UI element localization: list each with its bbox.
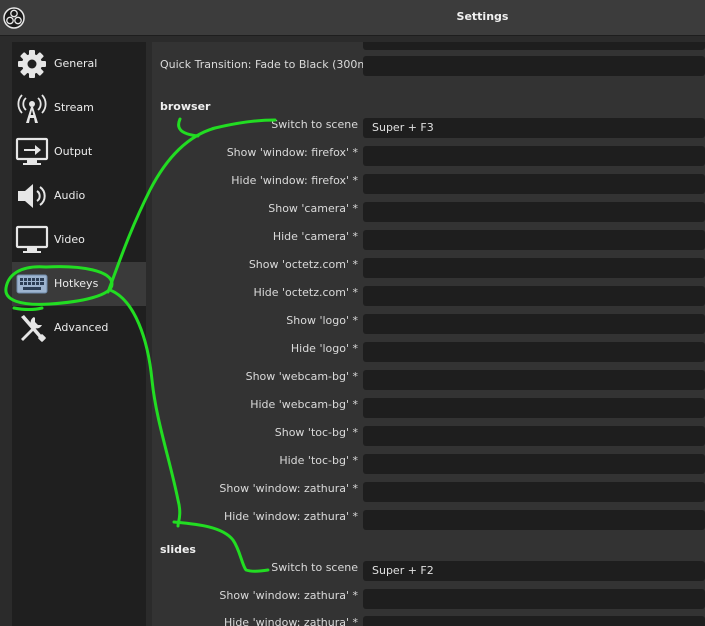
hotkey-label: Show 'logo' *: [286, 314, 358, 327]
keyboard-icon: [16, 274, 48, 294]
hotkey-field[interactable]: Super + F2: [363, 561, 705, 581]
hotkey-field[interactable]: [363, 482, 705, 502]
sidebar-item-general[interactable]: General: [12, 42, 146, 86]
hotkey-field[interactable]: [363, 230, 705, 250]
hotkey-label: Hide 'camera' *: [272, 230, 358, 243]
sidebar-item-output[interactable]: Output: [12, 130, 146, 174]
hotkey-label: Show 'window: zathura' *: [219, 589, 358, 602]
sidebar-item-label: Audio: [54, 189, 86, 202]
sidebar-item-audio[interactable]: Audio: [12, 174, 146, 218]
hotkey-label: Hide 'window: firefox' *: [231, 174, 358, 187]
speaker-icon: [18, 184, 46, 208]
hotkey-field[interactable]: [363, 342, 705, 362]
hotkey-field[interactable]: Super + F3: [363, 118, 705, 138]
hotkey-field[interactable]: [363, 174, 705, 194]
hotkey-label: Switch to scene: [271, 118, 358, 131]
sidebar-item-label: Video: [54, 233, 85, 246]
hotkey-label: Show 'window: zathura' *: [219, 482, 358, 495]
group-heading-browser: browser: [160, 100, 211, 113]
settings-sidebar: General Stream Output Audio Video Hotkey…: [12, 42, 146, 626]
hotkey-field[interactable]: [363, 589, 705, 609]
hotkeys-panel[interactable]: Quick Transition: Fade to Black (300ms) …: [152, 42, 705, 626]
hotkey-field[interactable]: [363, 286, 705, 306]
sidebar-item-label: Stream: [54, 101, 94, 114]
sidebar-item-stream[interactable]: Stream: [12, 86, 146, 130]
gear-icon: [18, 50, 46, 78]
hotkey-field[interactable]: [363, 146, 705, 166]
hotkey-label: Show 'octetz.com' *: [248, 258, 358, 271]
broadcast-icon: [17, 94, 47, 123]
monitor-icon: [15, 225, 49, 253]
window-title: Settings: [456, 10, 509, 23]
hotkey-label: Show 'window: firefox' *: [226, 146, 358, 159]
hotkey-label: Hide 'logo' *: [290, 342, 358, 355]
hotkey-label: Hide 'window: zathura' *: [224, 510, 358, 523]
hotkey-label: Hide 'webcam-bg' *: [250, 398, 358, 411]
hotkey-label: Hide 'toc-bg' *: [279, 454, 358, 467]
sidebar-item-hotkeys[interactable]: Hotkeys: [12, 262, 146, 306]
sidebar-item-video[interactable]: Video: [12, 218, 146, 262]
hotkey-field[interactable]: [363, 370, 705, 390]
hotkey-field[interactable]: [363, 56, 705, 76]
hotkey-label: Hide 'octetz.com' *: [253, 286, 358, 299]
hotkey-field[interactable]: [363, 398, 705, 418]
title-bar: Settings: [0, 0, 705, 36]
hotkey-label: Hide 'window: zathura' *: [224, 616, 358, 626]
monitor-output-icon: [15, 137, 49, 165]
group-heading-slides: slides: [160, 543, 196, 556]
hotkey-label: Switch to scene: [271, 561, 358, 574]
hotkey-field[interactable]: [363, 314, 705, 334]
tools-icon: [21, 315, 46, 342]
hotkey-label: Show 'webcam-bg' *: [245, 370, 358, 383]
sidebar-item-label: Output: [54, 145, 93, 158]
sidebar-item-label: Advanced: [54, 321, 109, 334]
hotkey-field[interactable]: [363, 42, 705, 50]
hotkey-field[interactable]: [363, 202, 705, 222]
hotkey-label: Quick Transition: Fade to Black (300ms): [160, 58, 379, 71]
sidebar-item-label: Hotkeys: [54, 277, 99, 290]
hotkey-field[interactable]: [363, 258, 705, 278]
sidebar-item-advanced[interactable]: Advanced: [12, 306, 146, 350]
hotkey-label: Show 'toc-bg' *: [274, 426, 358, 439]
hotkey-field[interactable]: [363, 454, 705, 474]
hotkey-field[interactable]: [363, 616, 705, 626]
sidebar-item-label: General: [54, 57, 98, 70]
hotkey-label: Show 'camera' *: [268, 202, 358, 215]
hotkey-field[interactable]: [363, 426, 705, 446]
hotkey-field[interactable]: [363, 510, 705, 530]
